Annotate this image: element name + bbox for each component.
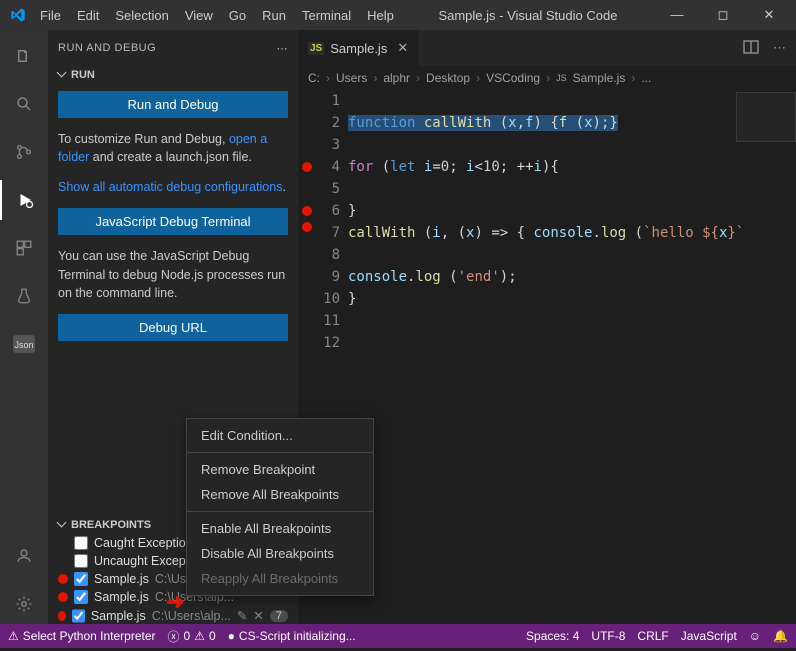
- js-terminal-text: You can use the JavaScript Debug Termina…: [58, 247, 288, 301]
- annotation-arrow-icon: ➜: [166, 589, 184, 615]
- status-cs-script[interactable]: ● CS-Script initializing...: [228, 629, 356, 643]
- menu-enable-all-breakpoints[interactable]: Enable All Breakpoints: [187, 516, 373, 541]
- debug-url-button[interactable]: Debug URL: [58, 314, 288, 341]
- tab-bar: JS Sample.js ✕ ⋯: [298, 30, 796, 66]
- breakpoint-marker[interactable]: [302, 162, 312, 172]
- menu-disable-all-breakpoints[interactable]: Disable All Breakpoints: [187, 541, 373, 566]
- svg-text:Json: Json: [14, 340, 33, 350]
- menu-run[interactable]: Run: [254, 2, 294, 29]
- line-numbers: 123 456 789 101112: [316, 90, 348, 354]
- status-bar: ⚠ Select Python Interpreter ⓧ 0 ⚠ 0 ● CS…: [0, 624, 796, 648]
- run-section-header[interactable]: RUN: [58, 65, 288, 85]
- search-icon[interactable]: [0, 84, 48, 124]
- minimap[interactable]: [736, 92, 796, 142]
- menu-go[interactable]: Go: [221, 2, 254, 29]
- tab-close-icon[interactable]: ✕: [397, 40, 408, 56]
- menu-remove-all-breakpoints[interactable]: Remove All Breakpoints: [187, 482, 373, 507]
- status-python[interactable]: ⚠ Select Python Interpreter: [8, 629, 156, 643]
- tab-sample-js[interactable]: JS Sample.js ✕: [298, 30, 419, 66]
- editor-more-icon[interactable]: ⋯: [773, 40, 786, 56]
- window-title: Sample.js - Visual Studio Code: [402, 8, 654, 23]
- explorer-icon[interactable]: [0, 36, 48, 76]
- menu-terminal[interactable]: Terminal: [294, 2, 359, 29]
- code-content[interactable]: function callWith (x,f) {f (x);} for (le…: [348, 90, 796, 354]
- menu-edit[interactable]: Edit: [69, 2, 107, 29]
- status-feedback-icon[interactable]: ☺: [749, 629, 761, 643]
- testing-icon[interactable]: [0, 276, 48, 316]
- breakpoint-marker[interactable]: [302, 222, 312, 232]
- breakpoint-dot-icon: [58, 574, 68, 584]
- run-and-debug-button[interactable]: Run and Debug: [58, 91, 288, 118]
- menu-bar: File Edit Selection View Go Run Terminal…: [32, 2, 402, 29]
- code-editor[interactable]: 123 456 789 101112 function callWith (x,…: [298, 90, 796, 354]
- vscode-logo: [4, 7, 32, 23]
- status-encoding[interactable]: UTF-8: [591, 629, 625, 643]
- sidebar-title: RUN AND DEBUG: [58, 42, 156, 55]
- maximize-button[interactable]: ◻: [702, 7, 744, 23]
- uncaught-checkbox[interactable]: [74, 554, 88, 568]
- status-bell-icon[interactable]: 🔔: [773, 629, 788, 643]
- accounts-icon[interactable]: [0, 536, 48, 576]
- json-icon[interactable]: Json: [0, 324, 48, 364]
- status-language[interactable]: JavaScript: [681, 629, 737, 643]
- remove-icon[interactable]: ✕: [253, 608, 263, 623]
- breakpoint-dot-icon: [58, 592, 68, 602]
- status-eol[interactable]: CRLF: [637, 629, 668, 643]
- split-editor-icon[interactable]: [743, 39, 759, 58]
- bp-count-badge: 7: [270, 610, 288, 622]
- menu-view[interactable]: View: [177, 2, 221, 29]
- minimize-button[interactable]: —: [656, 7, 698, 23]
- menu-help[interactable]: Help: [359, 2, 402, 29]
- caught-checkbox[interactable]: [74, 536, 88, 550]
- bp-checkbox[interactable]: [74, 572, 88, 586]
- close-button[interactable]: ✕: [748, 7, 790, 23]
- status-spaces[interactable]: Spaces: 4: [526, 629, 579, 643]
- js-file-icon: JS: [308, 42, 324, 55]
- breadcrumb[interactable]: C:› Users› alphr› Desktop› VSCoding› JSS…: [298, 66, 796, 90]
- status-errors[interactable]: ⓧ 0 ⚠ 0: [168, 628, 216, 645]
- menu-edit-condition[interactable]: Edit Condition...: [187, 423, 373, 448]
- tab-label: Sample.js: [330, 41, 387, 56]
- titlebar: File Edit Selection View Go Run Terminal…: [0, 0, 796, 30]
- bp-checkbox[interactable]: [72, 609, 85, 623]
- run-debug-icon[interactable]: [0, 180, 48, 220]
- menu-reapply-all-breakpoints: Reapply All Breakpoints: [187, 566, 373, 591]
- more-icon[interactable]: ⋯: [277, 42, 289, 55]
- breakpoint-marker[interactable]: [302, 206, 312, 216]
- source-control-icon[interactable]: [0, 132, 48, 172]
- customize-text: To customize Run and Debug, open a folde…: [58, 130, 288, 166]
- settings-icon[interactable]: [0, 584, 48, 624]
- window-controls: — ◻ ✕: [654, 7, 792, 23]
- edit-icon[interactable]: ✎: [237, 608, 247, 623]
- menu-remove-breakpoint[interactable]: Remove Breakpoint: [187, 457, 373, 482]
- js-debug-terminal-button[interactable]: JavaScript Debug Terminal: [58, 208, 288, 235]
- breakpoint-gutter[interactable]: [298, 90, 316, 354]
- show-all-configs-link[interactable]: Show all automatic debug configurations: [58, 180, 282, 194]
- breakpoint-dot-icon: [58, 611, 66, 621]
- bp-checkbox[interactable]: [74, 590, 88, 604]
- breakpoint-context-menu: Edit Condition... Remove Breakpoint Remo…: [186, 418, 374, 596]
- activity-bar: Json: [0, 30, 48, 624]
- menu-file[interactable]: File: [32, 2, 69, 29]
- extensions-icon[interactable]: [0, 228, 48, 268]
- menu-selection[interactable]: Selection: [107, 2, 176, 29]
